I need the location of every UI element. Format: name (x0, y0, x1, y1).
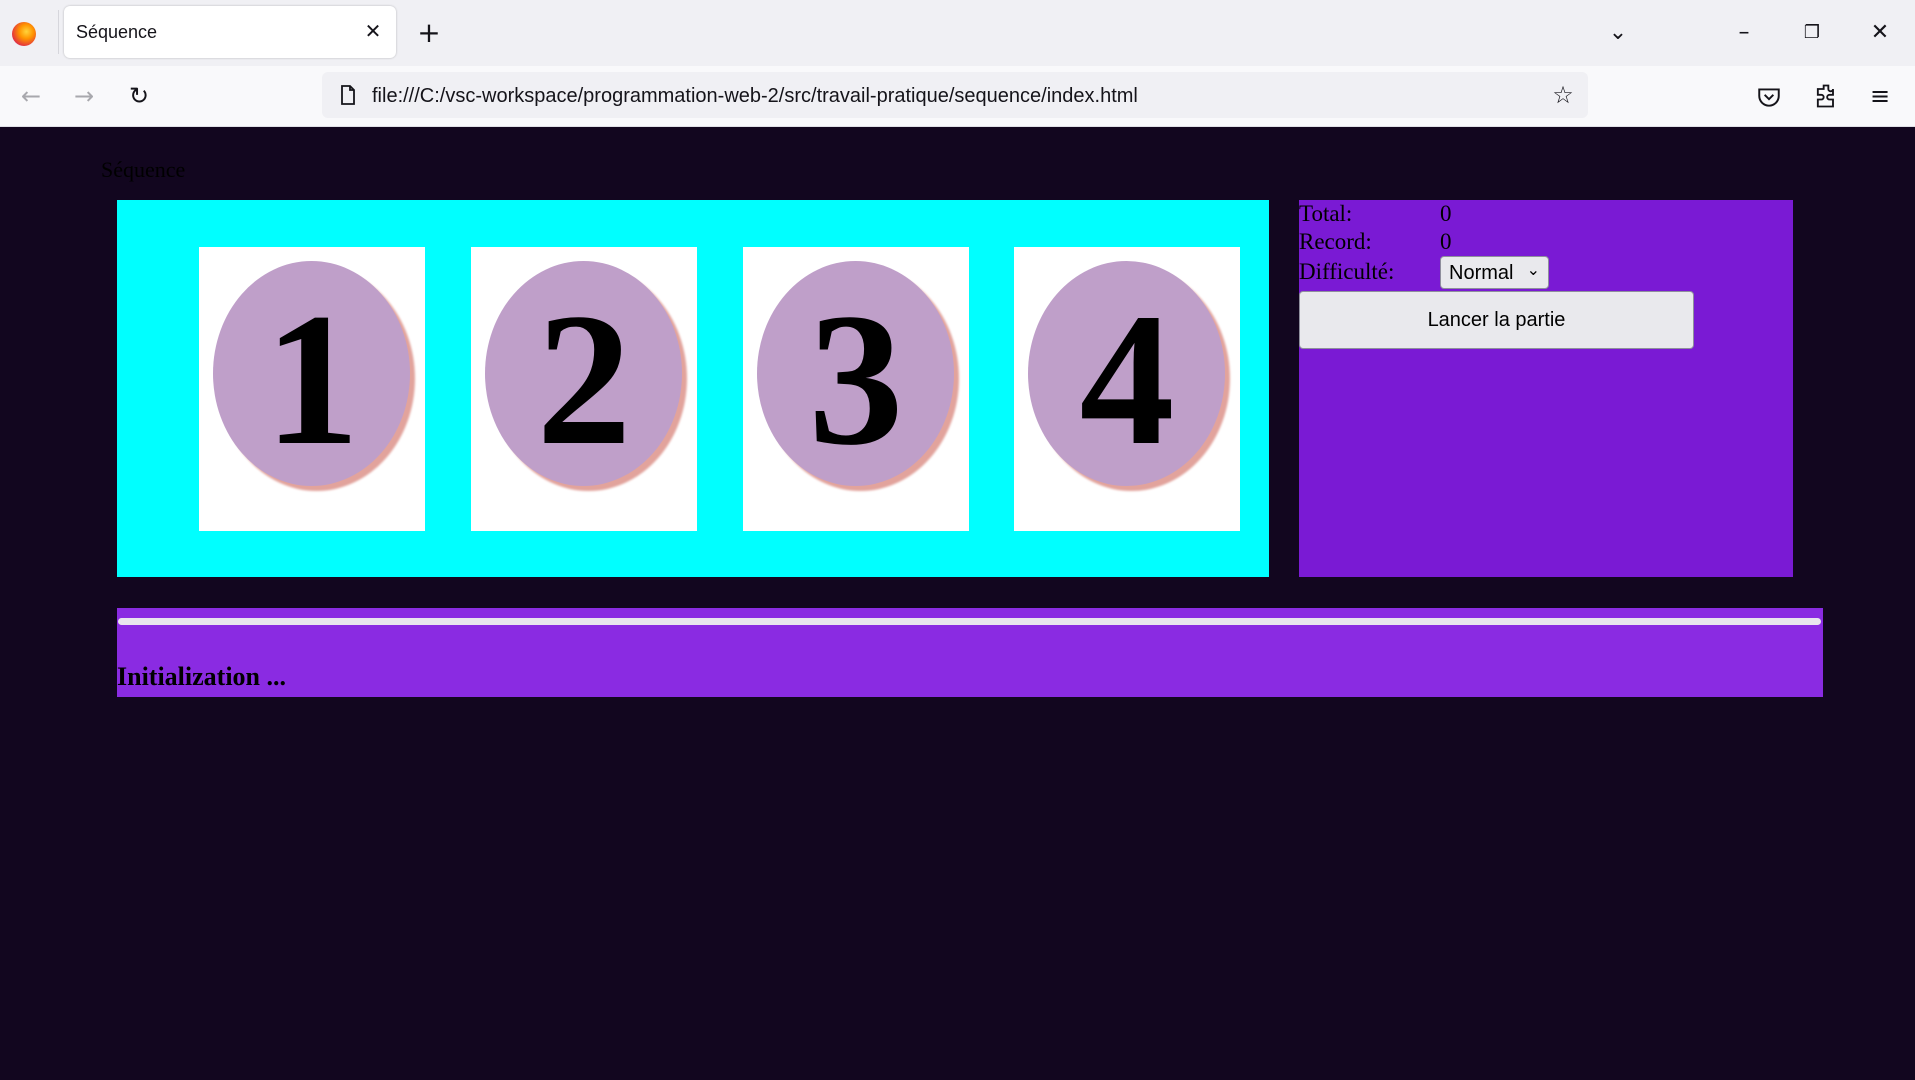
page-heading: Séquence (101, 157, 186, 182)
forward-arrow-icon[interactable]: → (66, 78, 102, 114)
chevron-down-icon[interactable]: ⌄ (1600, 18, 1636, 48)
card-digit: 1 (264, 275, 360, 485)
difficulty-selected-value: Normal (1449, 262, 1514, 284)
tab-title: Séquence (76, 22, 158, 42)
menu-icon[interactable]: ≡ (1862, 78, 1898, 114)
page-content: Séquence 1 2 3 4 Total: 0 Record: 0 Diff… (0, 127, 1915, 1080)
plus-icon[interactable]: + (414, 18, 444, 48)
page-icon (341, 85, 355, 105)
status-message: Initialization ... (117, 662, 287, 691)
back-arrow-icon[interactable]: ← (13, 78, 49, 114)
start-game-button[interactable]: Lancer la partie (1299, 291, 1694, 349)
chevron-down-icon: ⌄ (1526, 260, 1540, 279)
sequence-card-2[interactable]: 2 (471, 247, 697, 531)
firefox-logo-icon[interactable] (12, 22, 36, 46)
record-label: Record: (1299, 229, 1372, 254)
star-icon[interactable]: ☆ (1548, 80, 1578, 110)
extensions-icon[interactable] (1812, 82, 1840, 110)
browser-tab[interactable]: Séquence ✕ (64, 6, 396, 58)
card-digit: 3 (808, 275, 904, 485)
status-panel: Initialization ... (117, 608, 1823, 697)
restore-icon[interactable]: ❐ (1794, 18, 1830, 48)
difficulty-label: Difficulté: (1299, 259, 1395, 284)
pocket-icon[interactable] (1756, 84, 1782, 110)
card-digit: 4 (1079, 275, 1175, 485)
url-text[interactable]: file:///C:/vsc-workspace/programmation-w… (372, 85, 1138, 108)
difficulty-select[interactable]: Normal ⌄ (1440, 256, 1549, 289)
record-value: 0 (1440, 229, 1452, 254)
browser-tab-bar: Séquence ✕ + ⌄ – ❐ ✕ (0, 0, 1915, 66)
sequence-card-3[interactable]: 3 (743, 247, 969, 531)
total-label: Total: (1299, 201, 1353, 226)
progress-bar (118, 618, 1821, 625)
browser-nav-bar: ← → ↻ file:///C:/vsc-workspace/programma… (0, 66, 1915, 127)
sequence-card-1[interactable]: 1 (199, 247, 425, 531)
card-digit: 2 (536, 275, 632, 485)
game-board: 1 2 3 4 (117, 200, 1269, 577)
sequence-card-4[interactable]: 4 (1014, 247, 1240, 531)
window-close-icon[interactable]: ✕ (1862, 18, 1898, 48)
reload-icon[interactable]: ↻ (121, 78, 157, 114)
tab-separator (58, 10, 59, 54)
url-bar[interactable]: file:///C:/vsc-workspace/programmation-w… (322, 72, 1588, 118)
score-panel: Total: 0 Record: 0 Difficulté: Normal ⌄ … (1299, 200, 1793, 577)
total-value: 0 (1440, 201, 1452, 226)
close-icon[interactable]: ✕ (360, 18, 386, 44)
minimize-icon[interactable]: – (1726, 18, 1762, 48)
